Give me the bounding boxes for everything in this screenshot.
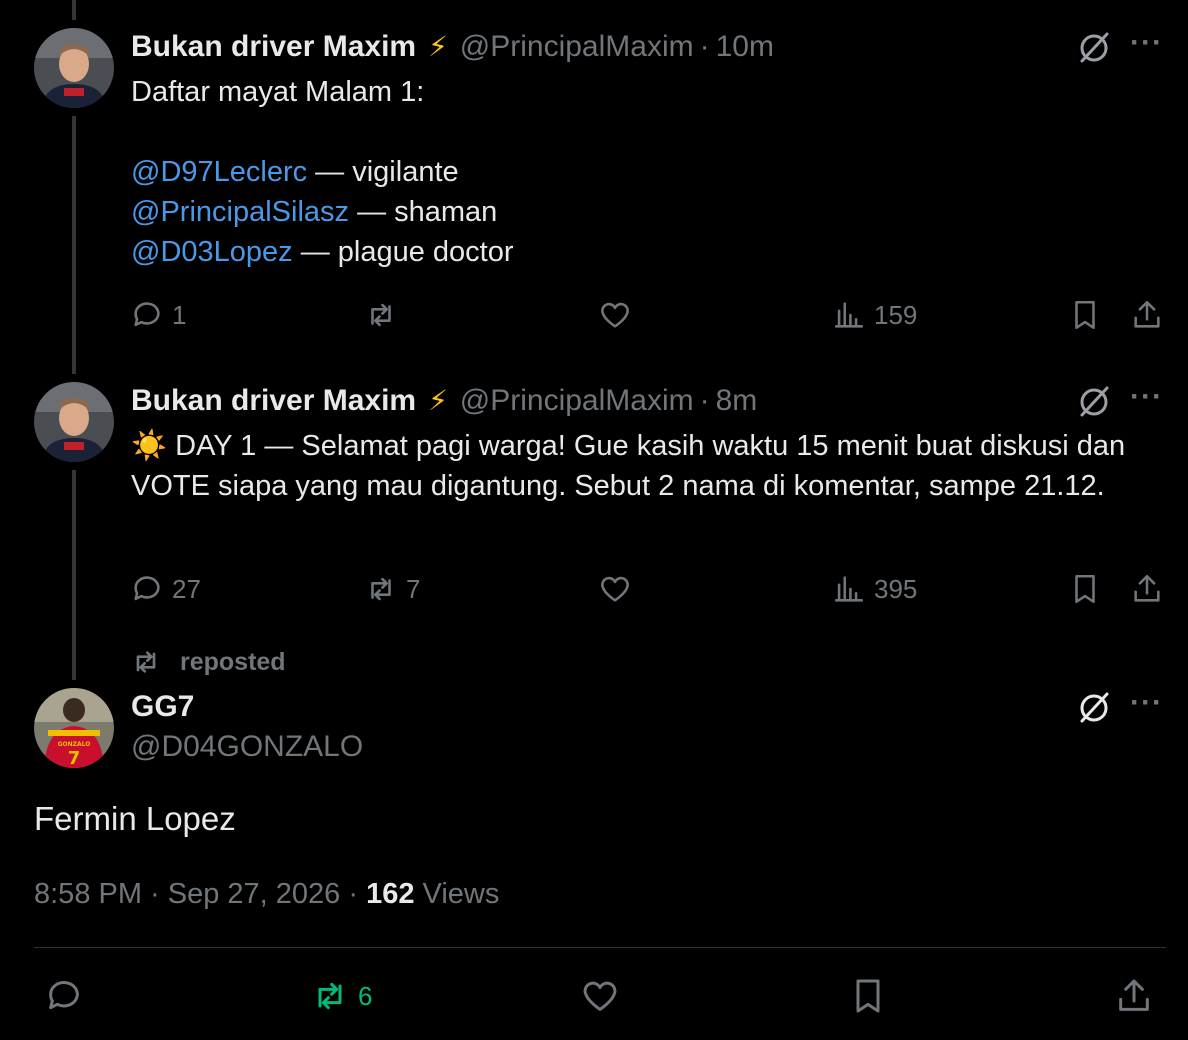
bookmark-button[interactable] (1068, 572, 1102, 606)
heart-icon (601, 576, 629, 602)
thread-line-1 (72, 116, 76, 374)
like-button[interactable] (598, 572, 632, 606)
bookmark-icon (1075, 574, 1095, 604)
author-name[interactable]: GG7 (131, 690, 363, 724)
heart-icon (583, 981, 617, 1011)
analytics-icon (834, 576, 864, 602)
reply-icon (134, 576, 160, 601)
separator-dot: · (699, 30, 710, 63)
role-text: — plague doctor (292, 236, 514, 268)
repost-count: 7 (406, 573, 421, 604)
reply-icon (49, 981, 79, 1010)
repost-count: 6 (358, 980, 373, 1011)
grok-icon[interactable] (1076, 690, 1112, 726)
mention-link[interactable]: @D03Lopez (131, 236, 293, 268)
reply-count: 27 (172, 573, 201, 604)
tweet-timestamp[interactable]: 8:58 PM · Sep 27, 2026 · (34, 878, 366, 910)
share-button[interactable] (1114, 976, 1154, 1016)
views-button[interactable]: 395 (832, 572, 917, 606)
thread-line-2 (72, 470, 76, 680)
tweet-text: DAY 1 — Selamat pagi warga! Gue kasih wa… (131, 430, 1126, 502)
jersey-number: 7 (68, 748, 81, 768)
author-handle[interactable]: @PrincipalMaxim (460, 384, 694, 418)
sun-emoji-icon: ☀️ (131, 430, 168, 462)
lightning-badge-icon: ⚡ (428, 385, 448, 416)
analytics-icon (834, 302, 864, 328)
mention-link[interactable]: @PrincipalSilasz (131, 196, 349, 228)
views-count: 395 (874, 573, 918, 604)
role-text: — shaman (349, 196, 498, 228)
repost-context: reposted (130, 646, 286, 678)
bookmark-button[interactable] (848, 976, 888, 1016)
lightning-badge-icon: ⚡ (428, 31, 448, 62)
share-button[interactable] (1130, 298, 1164, 332)
more-options-icon[interactable]: ··· (1130, 26, 1163, 60)
repost-icon (371, 577, 391, 601)
share-icon (1134, 574, 1160, 602)
repost-button[interactable]: 7 (364, 572, 420, 606)
grok-icon[interactable] (1076, 384, 1112, 420)
reposted-label: reposted (180, 647, 286, 676)
share-icon (1134, 300, 1160, 328)
more-options-icon[interactable]: ··· (1130, 380, 1163, 414)
bookmark-button[interactable] (1068, 298, 1102, 332)
avatar[interactable]: GONZALO 7 (34, 688, 114, 768)
tweet-time[interactable]: 10m (716, 30, 774, 64)
thread-line-top (72, 0, 76, 20)
reply-icon (134, 302, 160, 327)
avatar[interactable] (34, 28, 114, 108)
share-icon (1119, 979, 1149, 1011)
author-name[interactable]: Bukan driver Maxim (131, 384, 416, 418)
main-tweet-text: Fermin Lopez (34, 800, 236, 837)
share-button[interactable] (1130, 572, 1164, 606)
repost-icon (318, 982, 342, 1010)
reply-button[interactable] (44, 976, 84, 1016)
tweet-text-line: Daftar mayat Malam 1: (131, 76, 425, 108)
repost-button[interactable] (364, 298, 398, 332)
jersey-name: GONZALO (58, 741, 91, 748)
views-count: 162 (366, 878, 415, 910)
reply-count: 1 (172, 299, 187, 330)
views-button[interactable]: 159 (832, 298, 917, 332)
grok-icon[interactable] (1076, 30, 1112, 66)
mention-link[interactable]: @D97Leclerc (131, 156, 307, 188)
author-handle[interactable]: @D04GONZALO (131, 730, 363, 764)
avatar[interactable] (34, 382, 114, 462)
more-options-icon[interactable]: ··· (1130, 686, 1163, 720)
like-button[interactable] (598, 298, 632, 332)
repost-button[interactable]: 6 (310, 976, 372, 1016)
repost-icon (136, 651, 156, 673)
divider (34, 947, 1166, 948)
views-label: Views (414, 878, 500, 910)
views-count: 159 (874, 299, 918, 330)
separator-dot: · (699, 384, 710, 417)
bookmark-icon (1075, 300, 1095, 330)
role-text: — vigilante (307, 156, 459, 188)
repost-icon (371, 303, 391, 327)
reply-button[interactable]: 27 (130, 572, 201, 606)
tweet-time[interactable]: 8m (716, 384, 758, 418)
author-name[interactable]: Bukan driver Maxim (131, 30, 416, 64)
like-button[interactable] (580, 976, 620, 1016)
author-handle[interactable]: @PrincipalMaxim (460, 30, 694, 64)
reply-button[interactable]: 1 (130, 298, 186, 332)
bookmark-icon (856, 979, 880, 1013)
heart-icon (601, 302, 629, 328)
